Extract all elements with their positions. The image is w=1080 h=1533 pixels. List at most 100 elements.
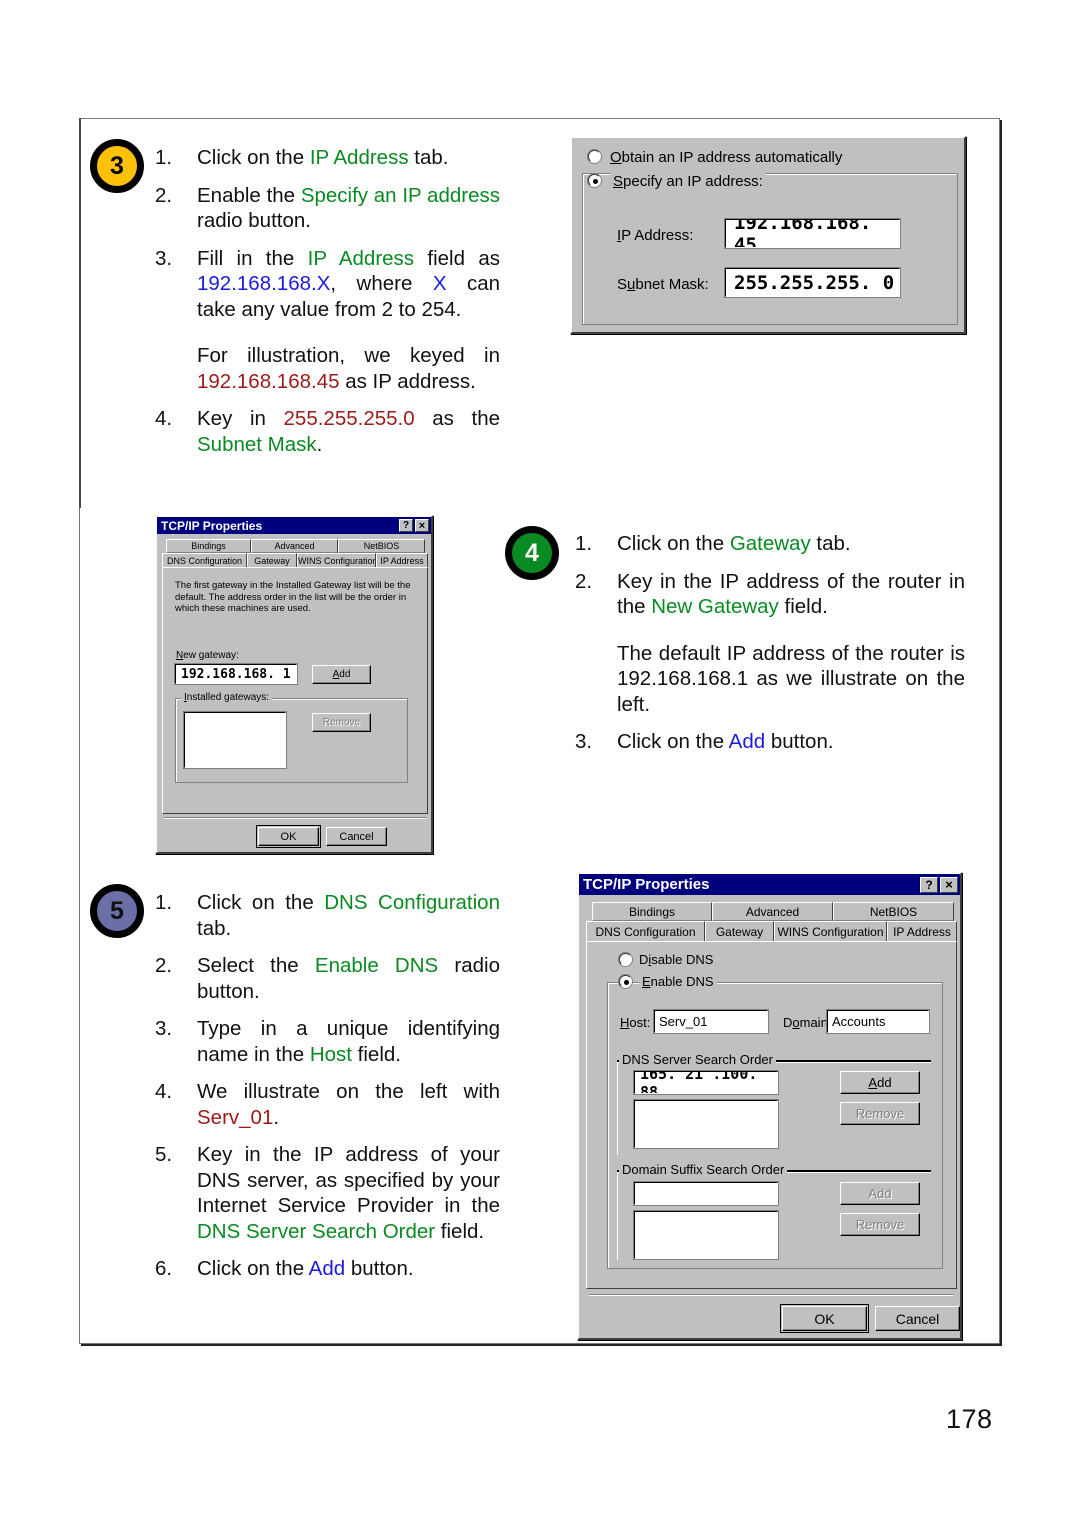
step-text: Enable the Specify an IP address radio b…: [197, 183, 500, 233]
step-text-secondary: The default IP address of the router is …: [617, 641, 965, 716]
gateway-cancel-button[interactable]: Cancel: [326, 827, 387, 846]
step-item: 1. Click on the IP Address tab.: [155, 145, 500, 171]
step-badge-5-label: 5: [110, 896, 124, 925]
dns-dialog-separator: [589, 1294, 953, 1296]
dns-server-list[interactable]: [634, 1100, 778, 1148]
step-badge-3-label: 3: [110, 151, 124, 180]
specify-ip-radio[interactable]: [588, 174, 601, 187]
disable-dns-label: Disable DNS: [639, 952, 714, 967]
tab-wins-configuration[interactable]: WINS Configuration: [297, 553, 376, 568]
gateway-dialog-titlebar: TCP/IP Properties ? ×: [157, 517, 431, 534]
installed-gateways-list[interactable]: [184, 712, 286, 768]
suffix-remove-button[interactable]: Remove: [840, 1213, 920, 1236]
step-text: Click on the Add button.: [617, 730, 834, 753]
step-item: 2. Select the Enable DNS radio button.: [155, 953, 500, 1004]
step-text: Fill in the IP Address field as 192.168.…: [197, 246, 501, 321]
domain-suffix-input[interactable]: [634, 1182, 778, 1205]
dns-server-input[interactable]: 165. 21 .100. 88: [634, 1071, 778, 1094]
tab-advanced[interactable]: Advanced: [251, 539, 338, 553]
host-label: Host:: [620, 1015, 651, 1030]
step-number: 2.: [575, 569, 593, 593]
subnet-mask-label: Subnet Mask:: [617, 276, 709, 293]
step-text-secondary: For illustration, we keyed in 192.168.16…: [197, 344, 500, 393]
step3-left-rule: [79, 118, 81, 508]
dns-remove-button[interactable]: Remove: [840, 1102, 920, 1125]
tab-ip-address[interactable]: IP Address: [376, 553, 428, 568]
step-text: Select the Enable DNS radio button.: [197, 954, 501, 1003]
close-icon[interactable]: ×: [940, 876, 958, 893]
step-number: 1.: [155, 146, 173, 169]
step-number: 1.: [575, 532, 593, 555]
step-number: 2.: [155, 183, 173, 207]
tab-bindings[interactable]: Bindings: [592, 902, 712, 921]
gateway-ok-button[interactable]: OK: [256, 825, 321, 848]
tab-netbios[interactable]: NetBIOS: [833, 902, 954, 921]
new-gateway-input[interactable]: 192.168.168. 1: [175, 664, 297, 684]
dns-dialog-title: TCP/IP Properties: [583, 876, 710, 893]
obtain-ip-automatically-radio[interactable]: [588, 150, 601, 163]
tab-advanced[interactable]: Advanced: [712, 902, 833, 921]
ip-address-label: IP Address:: [617, 227, 694, 244]
enable-dns-radio[interactable]: [619, 975, 632, 988]
step-number: 5.: [155, 1143, 173, 1166]
gateway-tabs-row-1: Bindings Advanced NetBIOS: [166, 539, 425, 553]
dns-tabs-row-1: Bindings Advanced NetBIOS: [592, 902, 954, 921]
suffix-add-button[interactable]: Add: [840, 1182, 920, 1205]
dns-add-button[interactable]: Add: [840, 1071, 920, 1094]
tab-wins-configuration[interactable]: WINS Configuration: [774, 921, 887, 942]
domain-suffix-list[interactable]: [634, 1211, 778, 1259]
step-item: 6. Click on the Add button.: [155, 1256, 500, 1282]
step-number: 2.: [155, 954, 173, 977]
step-badge-3: 3: [90, 139, 144, 193]
step-item: 3. Type in a unique identifying name in t…: [155, 1016, 500, 1067]
step4-instructions: 1. Click on the Gateway tab. 2. Key in the …: [575, 531, 965, 767]
ip-address-input[interactable]: 192.168.168. 45: [725, 219, 900, 248]
close-icon[interactable]: ×: [415, 519, 429, 532]
dns-tabs-row-2: DNS Configuration Gateway WINS Configura…: [586, 921, 957, 942]
step-item: 1. Click on the Gateway tab.: [575, 531, 965, 557]
step-number: 4.: [155, 1080, 173, 1103]
tab-gateway[interactable]: Gateway: [247, 553, 297, 568]
subnet-mask-input[interactable]: 255.255.255. 0: [725, 268, 900, 297]
step-number: 3.: [155, 1017, 173, 1040]
step-item: 1. Click on the DNS Configuration tab.: [155, 890, 500, 941]
step-item: 4. Key in 255.255.255.0 as the Subnet Mas…: [155, 406, 500, 457]
dns-cancel-button[interactable]: Cancel: [875, 1306, 960, 1331]
domain-label: Domain:: [783, 1015, 832, 1030]
new-gateway-value: 192.168.168. 1: [181, 666, 291, 682]
tab-dns-configuration[interactable]: DNS Configuration: [162, 553, 247, 568]
step-badge-5: 5: [90, 884, 144, 938]
dns-ok-button[interactable]: OK: [780, 1304, 869, 1333]
help-icon[interactable]: ?: [920, 876, 938, 893]
ip-address-value: 192.168.168. 45: [734, 219, 872, 248]
ip-address-panel: Obtain an IP address automatically Speci…: [570, 136, 966, 334]
step5-instructions: 1. Click on the DNS Configuration tab. 2. S…: [155, 890, 500, 1294]
gateway-dialog-title: TCP/IP Properties: [161, 518, 263, 533]
new-gateway-label: New gateway:: [176, 650, 239, 661]
gateway-dialog: TCP/IP Properties ? × Bindings Advanced …: [155, 515, 433, 854]
step-badge-4: 4: [505, 526, 559, 580]
step-text: Click on the IP Address tab.: [197, 146, 449, 169]
step-number: 3.: [155, 246, 173, 270]
step-item: 5. Key in the IP address of your DNS serv…: [155, 1142, 500, 1244]
gateway-add-button[interactable]: Add: [312, 665, 371, 684]
gateway-description: The first gateway in the Installed Gatew…: [175, 580, 411, 614]
step-text: Key in the IP address of the router in t…: [617, 569, 965, 619]
tab-bindings[interactable]: Bindings: [166, 539, 251, 553]
host-input[interactable]: Serv_01: [654, 1010, 768, 1033]
step3-instructions: 1. Click on the IP Address tab. 2. Enable t…: [155, 145, 500, 469]
disable-dns-radio[interactable]: [619, 953, 632, 966]
step-badge-4-label: 4: [525, 538, 539, 567]
step-text: Click on the Add button.: [197, 1257, 414, 1280]
enable-dns-label: Enable DNS: [639, 974, 717, 989]
step-item: 2. Enable the Specify an IP address radio…: [155, 183, 500, 234]
gateway-remove-button[interactable]: Remove: [312, 713, 371, 732]
tab-netbios[interactable]: NetBIOS: [338, 539, 425, 553]
domain-input[interactable]: Accounts: [827, 1010, 929, 1033]
tab-dns-configuration[interactable]: DNS Configuration: [586, 921, 705, 942]
step-number: 4.: [155, 407, 173, 430]
step-number: 3.: [575, 730, 593, 753]
tab-gateway[interactable]: Gateway: [705, 921, 774, 942]
help-icon[interactable]: ?: [399, 519, 413, 532]
tab-ip-address[interactable]: IP Address: [887, 921, 957, 942]
